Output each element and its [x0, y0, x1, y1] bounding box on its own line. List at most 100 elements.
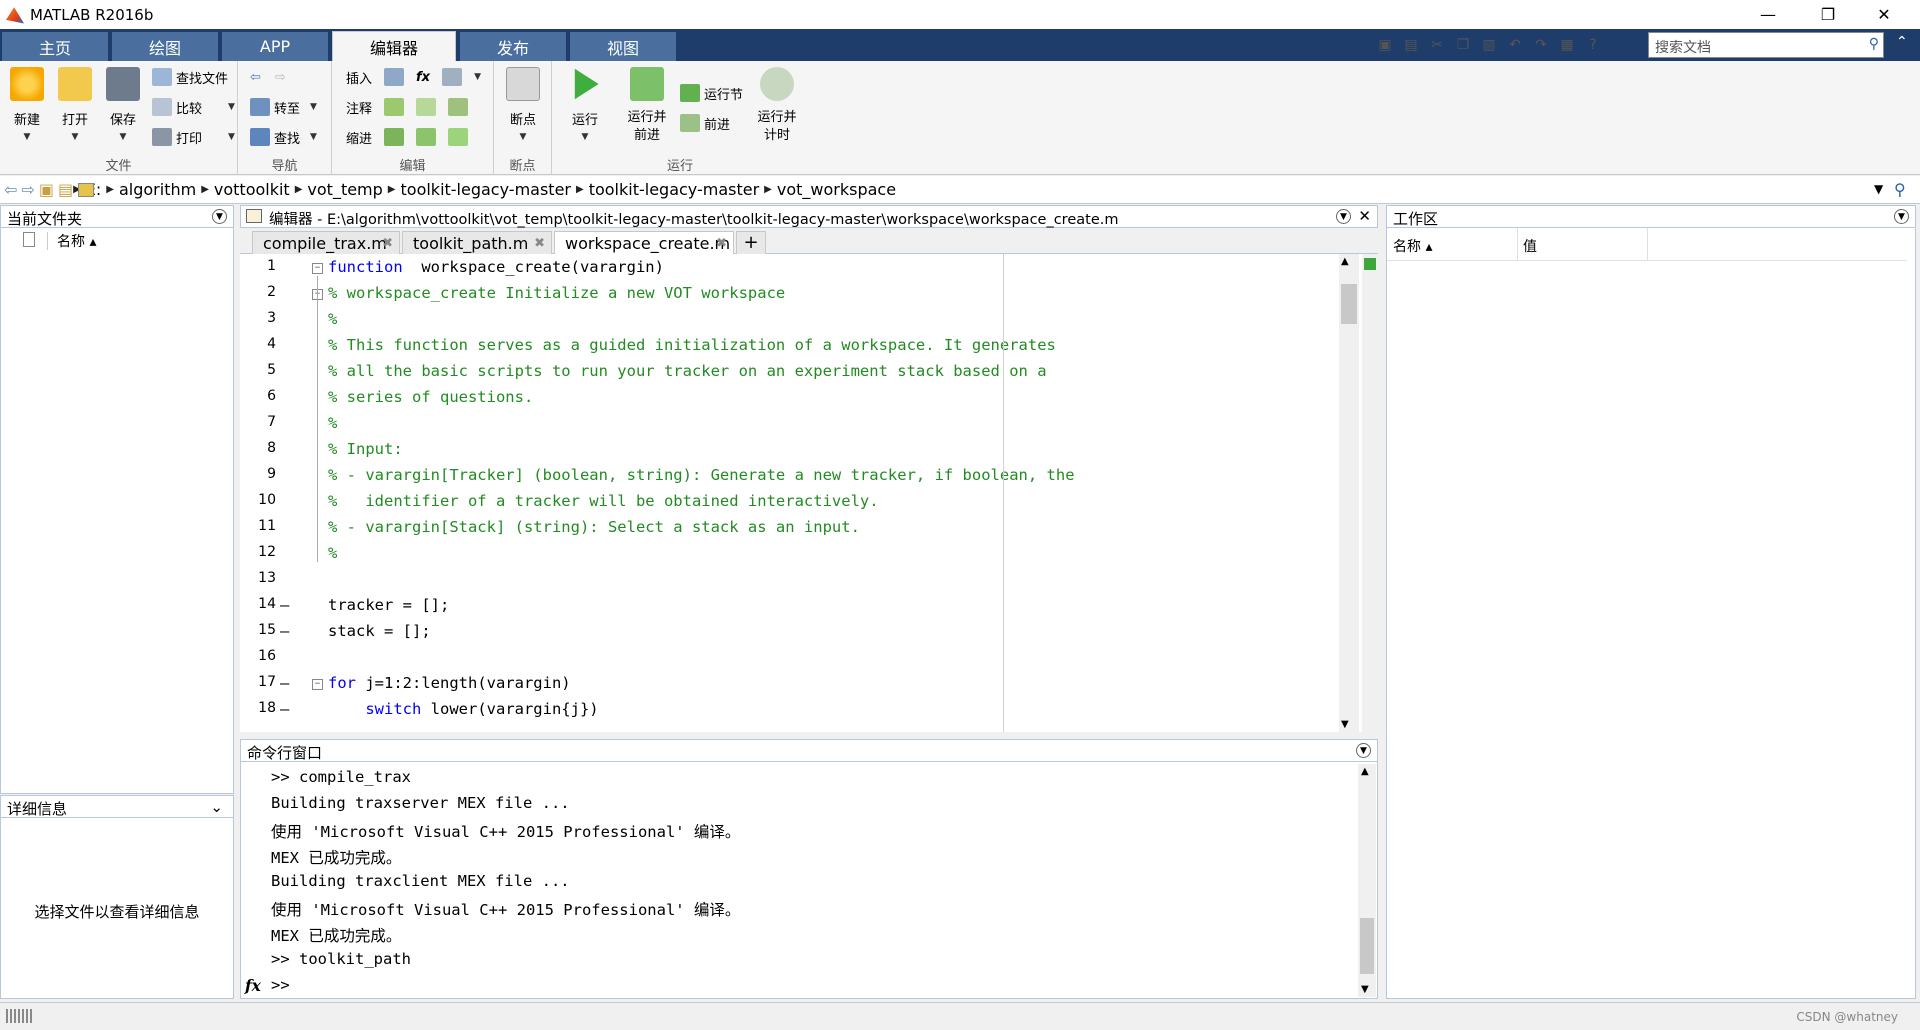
workspace-name-column[interactable]: 名称 ▴ — [1393, 236, 1432, 256]
details-chevron-icon[interactable]: ⌄ — [210, 798, 223, 816]
code-line[interactable]: tracker = []; — [328, 596, 449, 614]
scroll-down-icon[interactable]: ▼ — [1341, 719, 1349, 730]
forward-arrow-icon[interactable]: ⇨ — [275, 70, 286, 85]
run-section-button[interactable]: 运行节 — [680, 81, 743, 105]
tab-close-icon[interactable]: ✖ — [534, 236, 545, 251]
search-documentation-input[interactable]: 搜索文档 ⚲ — [1648, 32, 1884, 58]
up-folder-icon[interactable]: ▣ — [39, 180, 54, 199]
address-segment[interactable]: toolkit-legacy-master — [589, 180, 759, 199]
editor-vertical-scrollbar[interactable]: ▲ ▼ — [1339, 254, 1359, 732]
smart-indent-icon[interactable] — [384, 128, 405, 146]
workspace-value-column[interactable]: 值 — [1523, 236, 1537, 256]
function-icon[interactable] — [442, 68, 463, 86]
code-line[interactable]: % workspace_create Initialize a new VOT … — [328, 284, 785, 302]
code-line[interactable]: stack = []; — [328, 622, 431, 640]
code-line[interactable]: % Input: — [328, 440, 403, 458]
code-analyzer-status-icon[interactable] — [1364, 258, 1376, 270]
address-segment[interactable]: algorithm — [119, 180, 196, 199]
scroll-up-icon[interactable]: ▲ — [1361, 766, 1369, 777]
editor-actions-icon[interactable]: ▼ — [1336, 209, 1351, 224]
code-line[interactable]: % identifier of a tracker will be obtain… — [328, 492, 879, 510]
code-line[interactable]: % — [328, 544, 337, 562]
code-line[interactable]: for j=1:2:length(varargin) — [328, 674, 571, 692]
folder-search-icon[interactable]: ⚲ — [1894, 180, 1906, 199]
code-line[interactable]: % series of questions. — [328, 388, 533, 406]
decrease-indent-icon[interactable] — [448, 128, 469, 146]
command-prompt[interactable]: >> — [271, 976, 290, 994]
forward-icon[interactable]: ⇨ — [21, 180, 34, 199]
name-column-header[interactable]: 名称 ▴ — [57, 231, 96, 251]
breakpoint-marker[interactable]: — — [280, 700, 294, 718]
close-button[interactable]: ✕ — [1856, 0, 1912, 29]
switch-windows-icon[interactable]: ▦ — [1554, 33, 1580, 57]
insert-dropdown-icon[interactable]: ▼ — [474, 72, 481, 82]
code-line[interactable]: % — [328, 414, 337, 432]
print-button[interactable]: 打印 ▼ — [152, 125, 235, 149]
back-icon[interactable]: ⇦ — [4, 180, 17, 199]
fold-toggle-icon[interactable]: − — [312, 263, 323, 274]
tab-editor[interactable]: 编辑器 — [332, 31, 456, 61]
undo-icon[interactable]: ↶ — [1502, 33, 1528, 57]
help-icon[interactable]: ? — [1580, 33, 1606, 57]
save-button[interactable]: 保存 ▼ — [100, 67, 146, 142]
advance-button[interactable]: 前进 — [680, 111, 730, 135]
new-button[interactable]: 新建 ▼ — [4, 67, 50, 142]
redo-icon[interactable]: ↷ — [1528, 33, 1554, 57]
increase-indent-icon[interactable] — [416, 128, 437, 146]
uncomment-icon[interactable] — [416, 98, 437, 116]
code-area[interactable]: 1−function workspace_create(varargin)2−%… — [240, 254, 1362, 732]
breakpoints-button[interactable]: 断点 ▼ — [500, 67, 546, 142]
code-line[interactable]: switch lower(varargin{j}) — [328, 700, 598, 718]
editor-tab[interactable]: toolkit_path.m ✖ — [402, 231, 552, 254]
code-line[interactable]: function workspace_create(varargin) — [328, 258, 664, 276]
restore-button[interactable]: ❐ — [1800, 0, 1856, 29]
shortcut-icon[interactable]: ▣ — [1372, 33, 1398, 57]
address-segment[interactable]: vot_workspace — [777, 180, 896, 199]
tab-plots[interactable]: 绘图 — [112, 32, 218, 61]
fx-icon[interactable]: fx — [416, 70, 430, 85]
add-tab-button[interactable]: + — [736, 231, 766, 254]
tab-apps[interactable]: APP — [222, 32, 328, 61]
tab-close-icon[interactable]: ✖ — [382, 236, 393, 251]
paste-icon[interactable]: ▥ — [1476, 33, 1502, 57]
scrollbar-thumb[interactable] — [1341, 284, 1357, 324]
search-icon[interactable]: ⚲ — [1869, 36, 1879, 52]
address-segment[interactable]: vot_temp — [307, 180, 382, 199]
tab-view[interactable]: 视图 — [570, 32, 676, 61]
tab-home[interactable]: 主页 — [2, 32, 108, 61]
address-dropdown-icon[interactable]: ▼ — [1874, 182, 1883, 196]
find-files-button[interactable]: 查找文件 — [152, 65, 228, 89]
save-icon[interactable]: ▤ — [1398, 33, 1424, 57]
collapse-ribbon-icon[interactable]: ⌃ — [1896, 34, 1908, 50]
command-window[interactable]: >> compile_trax Building traxserver MEX f… — [240, 762, 1378, 999]
editor-close-icon[interactable]: ✕ — [1358, 207, 1371, 225]
comment-icon[interactable] — [384, 98, 405, 116]
code-line[interactable]: % - varargin[Tracker] (boolean, string):… — [328, 466, 1075, 484]
tab-close-icon[interactable]: ✖ — [716, 236, 727, 251]
insert-icon[interactable] — [384, 68, 405, 86]
browse-folder-icon[interactable]: ▤ — [58, 180, 73, 199]
scroll-up-icon[interactable]: ▲ — [1341, 256, 1349, 267]
breakpoint-marker[interactable]: — — [280, 622, 294, 640]
open-button[interactable]: 打开 ▼ — [52, 67, 98, 142]
tab-publish[interactable]: 发布 — [460, 32, 566, 61]
scroll-down-icon[interactable]: ▼ — [1361, 984, 1369, 995]
goto-button[interactable]: 转至 ▼ — [250, 95, 317, 119]
run-advance-button[interactable]: 运行并 前进 — [620, 67, 674, 145]
editor-tab-active[interactable]: workspace_create.m ✖ — [554, 231, 734, 255]
code-line[interactable]: % — [328, 310, 337, 328]
command-window-scrollbar[interactable]: ▲ ▼ — [1358, 764, 1376, 997]
command-window-actions-icon[interactable]: ▼ — [1356, 743, 1371, 758]
fx-function-browser-icon[interactable]: fx — [245, 976, 261, 995]
code-line[interactable]: % This function serves as a guided initi… — [328, 336, 1056, 354]
breakpoint-marker[interactable]: — — [280, 674, 294, 692]
breakpoint-marker[interactable]: — — [280, 596, 294, 614]
copy-icon[interactable]: ❐ — [1450, 33, 1476, 57]
address-segment[interactable]: toolkit-legacy-master — [401, 180, 571, 199]
address-segment[interactable]: vottoolkit — [214, 180, 290, 199]
run-time-button[interactable]: 运行并 计时 — [750, 67, 804, 145]
scrollbar-thumb[interactable] — [1360, 918, 1374, 974]
back-arrow-icon[interactable]: ⇦ — [250, 70, 261, 85]
workspace-actions-icon[interactable]: ▼ — [1894, 209, 1909, 224]
editor-tab[interactable]: compile_trax.m ✖ — [252, 231, 400, 254]
